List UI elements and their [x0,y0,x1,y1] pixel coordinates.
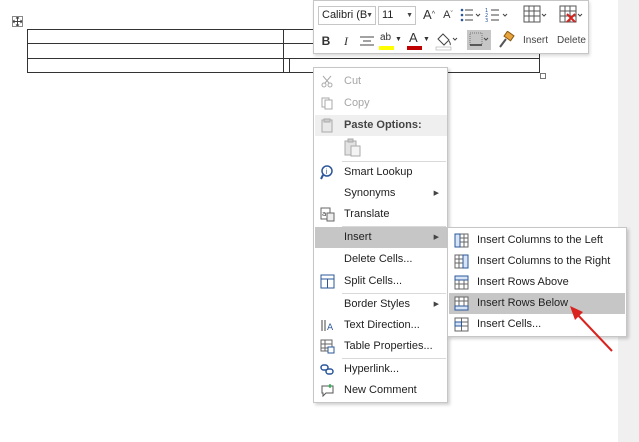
annotation-arrow [570,306,613,352]
